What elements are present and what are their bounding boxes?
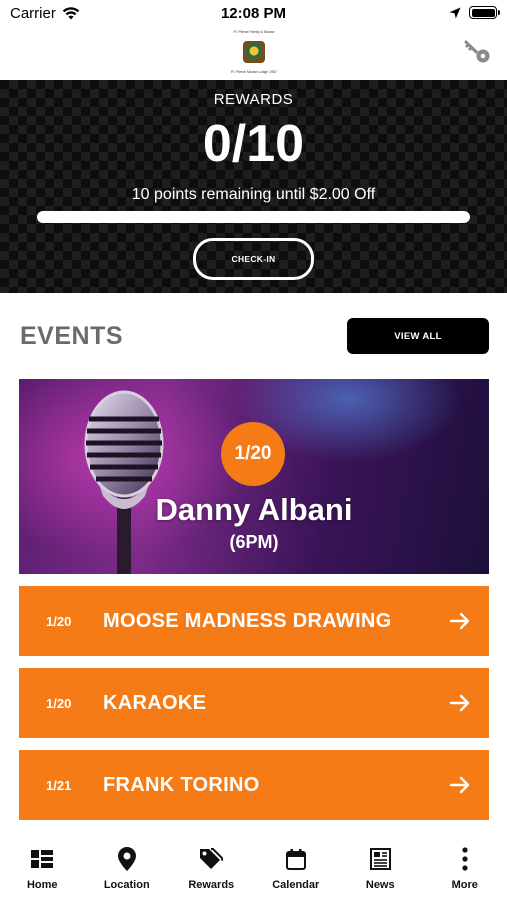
event-name: MOOSE MADNESS DRAWING xyxy=(103,609,392,632)
featured-event-time: (6PM) xyxy=(229,532,279,552)
battery-icon xyxy=(469,6,500,19)
events-heading: EVENTS xyxy=(20,322,124,350)
rewards-remaining-text: 10 points remaining until $2.00 Off xyxy=(131,186,376,203)
arrow-right-icon xyxy=(449,776,470,794)
tab-label: More xyxy=(451,879,478,891)
tab-location[interactable]: Location xyxy=(85,838,170,900)
event-date: 1/21 xyxy=(46,777,72,793)
event-date: 1/20 xyxy=(46,695,72,711)
featured-event-name: Danny Albani xyxy=(155,492,353,527)
tab-rewards[interactable]: Rewards xyxy=(169,838,254,900)
arrow-right-icon xyxy=(449,694,470,712)
tab-home[interactable]: Home xyxy=(0,838,85,900)
rewards-title: REWARDS xyxy=(213,91,294,108)
tab-label: Home xyxy=(26,879,58,891)
key-icon[interactable] xyxy=(461,36,493,68)
logo-bottom-text: Ft. Pierce Moose Lodge 1957 xyxy=(231,70,277,74)
home-grid-icon xyxy=(30,847,54,871)
event-name: FRANK TORINO xyxy=(103,773,260,796)
featured-event-card[interactable]: 1/20 Danny Albani (6PM) xyxy=(19,379,489,574)
tags-icon xyxy=(199,847,224,871)
tab-label: Calendar xyxy=(272,879,320,891)
newspaper-icon xyxy=(368,847,392,871)
arrow-right-icon xyxy=(449,612,470,630)
lodge-logo: Ft. Pierce Family & Moose Ft. Pierce Moo… xyxy=(228,30,280,74)
check-in-button[interactable]: CHECK-IN xyxy=(193,238,314,280)
event-row[interactable]: 1/20 MOOSE MADNESS DRAWING xyxy=(19,586,489,656)
logo-top-text: Ft. Pierce Family & Moose xyxy=(233,30,275,34)
calendar-icon xyxy=(284,847,308,871)
rewards-score: 0/10 xyxy=(202,115,305,173)
event-name: KARAOKE xyxy=(103,691,207,714)
event-row[interactable]: 1/21 FRANK TORINO xyxy=(19,750,489,820)
status-right xyxy=(449,6,500,19)
event-row[interactable]: 1/20 KARAOKE xyxy=(19,668,489,738)
logo-emblem xyxy=(243,41,265,63)
app-header: Ft. Pierce Family & Moose Ft. Pierce Moo… xyxy=(0,28,507,80)
event-date: 1/20 xyxy=(46,613,72,629)
tab-label: Location xyxy=(103,879,150,891)
status-time: 12:08 PM xyxy=(220,5,287,22)
view-all-button[interactable]: VIEW ALL xyxy=(347,318,489,354)
more-vertical-icon xyxy=(453,847,477,871)
tab-calendar[interactable]: Calendar xyxy=(254,838,339,900)
rewards-panel: REWARDS 0/10 10 points remaining until $… xyxy=(0,80,507,293)
tab-label: Rewards xyxy=(188,879,235,891)
rewards-progress-bar xyxy=(37,211,470,223)
tab-more[interactable]: More xyxy=(423,838,507,900)
tab-bar: Home Location Rewards Calendar News More xyxy=(0,838,507,900)
tab-label: News xyxy=(365,879,395,891)
location-arrow-icon xyxy=(449,7,461,18)
featured-date-badge: 1/20 xyxy=(221,422,285,486)
tab-news[interactable]: News xyxy=(338,838,423,900)
location-pin-icon xyxy=(115,847,139,871)
status-bar: Carrier 12:08 PM xyxy=(0,0,507,28)
